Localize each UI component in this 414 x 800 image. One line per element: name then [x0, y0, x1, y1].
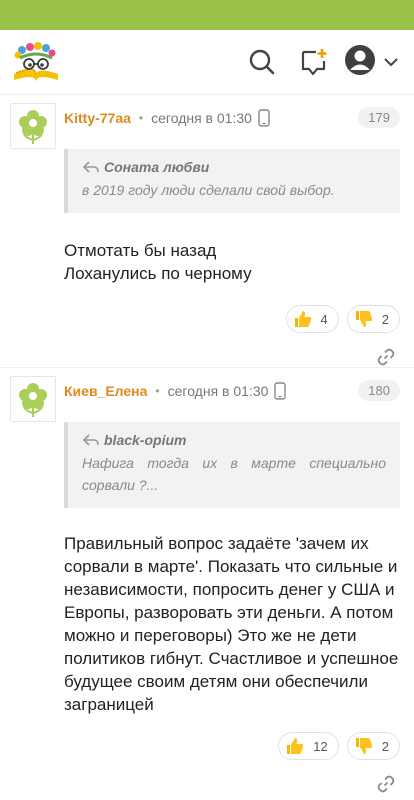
author-name[interactable]: Kitty-77aa — [64, 110, 131, 126]
comment: Киев_Елена • сегодня в 01:30 180 black-o… — [0, 368, 414, 800]
search-icon[interactable] — [242, 42, 282, 82]
like-button[interactable]: 4 — [285, 305, 339, 333]
comment-time: сегодня в 01:30 — [151, 110, 252, 126]
meta-separator: • — [155, 384, 160, 398]
dislike-button[interactable]: 2 — [346, 732, 400, 760]
profile-menu[interactable] — [344, 44, 398, 81]
dislike-count: 2 — [381, 738, 389, 754]
quote-text: Нафига тогда их в марте специально сорва… — [82, 455, 386, 493]
comment-text: Отмотать бы назад Лоханулись по черному — [64, 239, 400, 285]
avatar[interactable] — [10, 103, 56, 149]
chevron-down-icon[interactable] — [384, 57, 398, 67]
mobile-device-icon — [258, 109, 270, 127]
thumbs-down-icon — [355, 311, 373, 327]
reply-arrow-icon — [82, 161, 99, 173]
comment-meta: Kitty-77aa • сегодня в 01:30 — [64, 107, 400, 129]
meta-separator: • — [138, 111, 144, 125]
logo-icon[interactable] — [10, 40, 62, 84]
thumbs-down-icon — [355, 738, 373, 754]
like-count: 12 — [313, 738, 328, 754]
avatar[interactable] — [10, 376, 56, 422]
quote-author-name: black-opium — [104, 432, 187, 448]
quote-text: в 2019 году люди сделали свой выбор. — [82, 182, 335, 198]
status-bar — [0, 0, 414, 30]
comment-text: Правильный вопрос задаёте 'зачем их сорв… — [64, 534, 399, 714]
quote-author-name: Соната любви — [104, 159, 210, 175]
comment-meta: Киев_Елена • сегодня в 01:30 — [64, 380, 400, 402]
quote-block: Соната любви в 2019 году люди сделали св… — [64, 149, 400, 213]
like-count: 4 — [320, 311, 328, 327]
dislike-count: 2 — [381, 311, 389, 327]
reply-arrow-icon — [82, 434, 99, 446]
new-post-icon[interactable] — [294, 42, 334, 82]
like-button[interactable]: 12 — [278, 732, 339, 760]
quote-author: black-opium — [82, 432, 386, 448]
app-bar — [0, 30, 414, 94]
link-icon[interactable] — [376, 774, 396, 799]
comment-number-badge: 180 — [358, 380, 400, 401]
dislike-button[interactable]: 2 — [346, 305, 400, 333]
thumbs-up-icon — [294, 311, 311, 327]
reactions: 4 2 — [64, 305, 400, 333]
author-name[interactable]: Киев_Елена — [64, 383, 147, 399]
comment-text-line: Лоханулись по черному — [64, 264, 252, 283]
mobile-device-icon — [274, 382, 287, 400]
comment-time: сегодня в 01:30 — [167, 383, 269, 399]
thumbs-up-icon — [287, 738, 304, 754]
comment-actions — [64, 760, 400, 800]
profile-icon[interactable] — [344, 44, 376, 81]
comment: Kitty-77aa • сегодня в 01:30 179 Соната … — [0, 95, 414, 368]
quote-block: black-opium Нафига тогда их в марте спец… — [64, 422, 400, 508]
comment-text-line: Отмотать бы назад — [64, 241, 217, 260]
comment-number-badge: 179 — [358, 107, 400, 128]
quote-author: Соната любви — [82, 159, 386, 175]
reactions: 12 2 — [64, 732, 400, 760]
